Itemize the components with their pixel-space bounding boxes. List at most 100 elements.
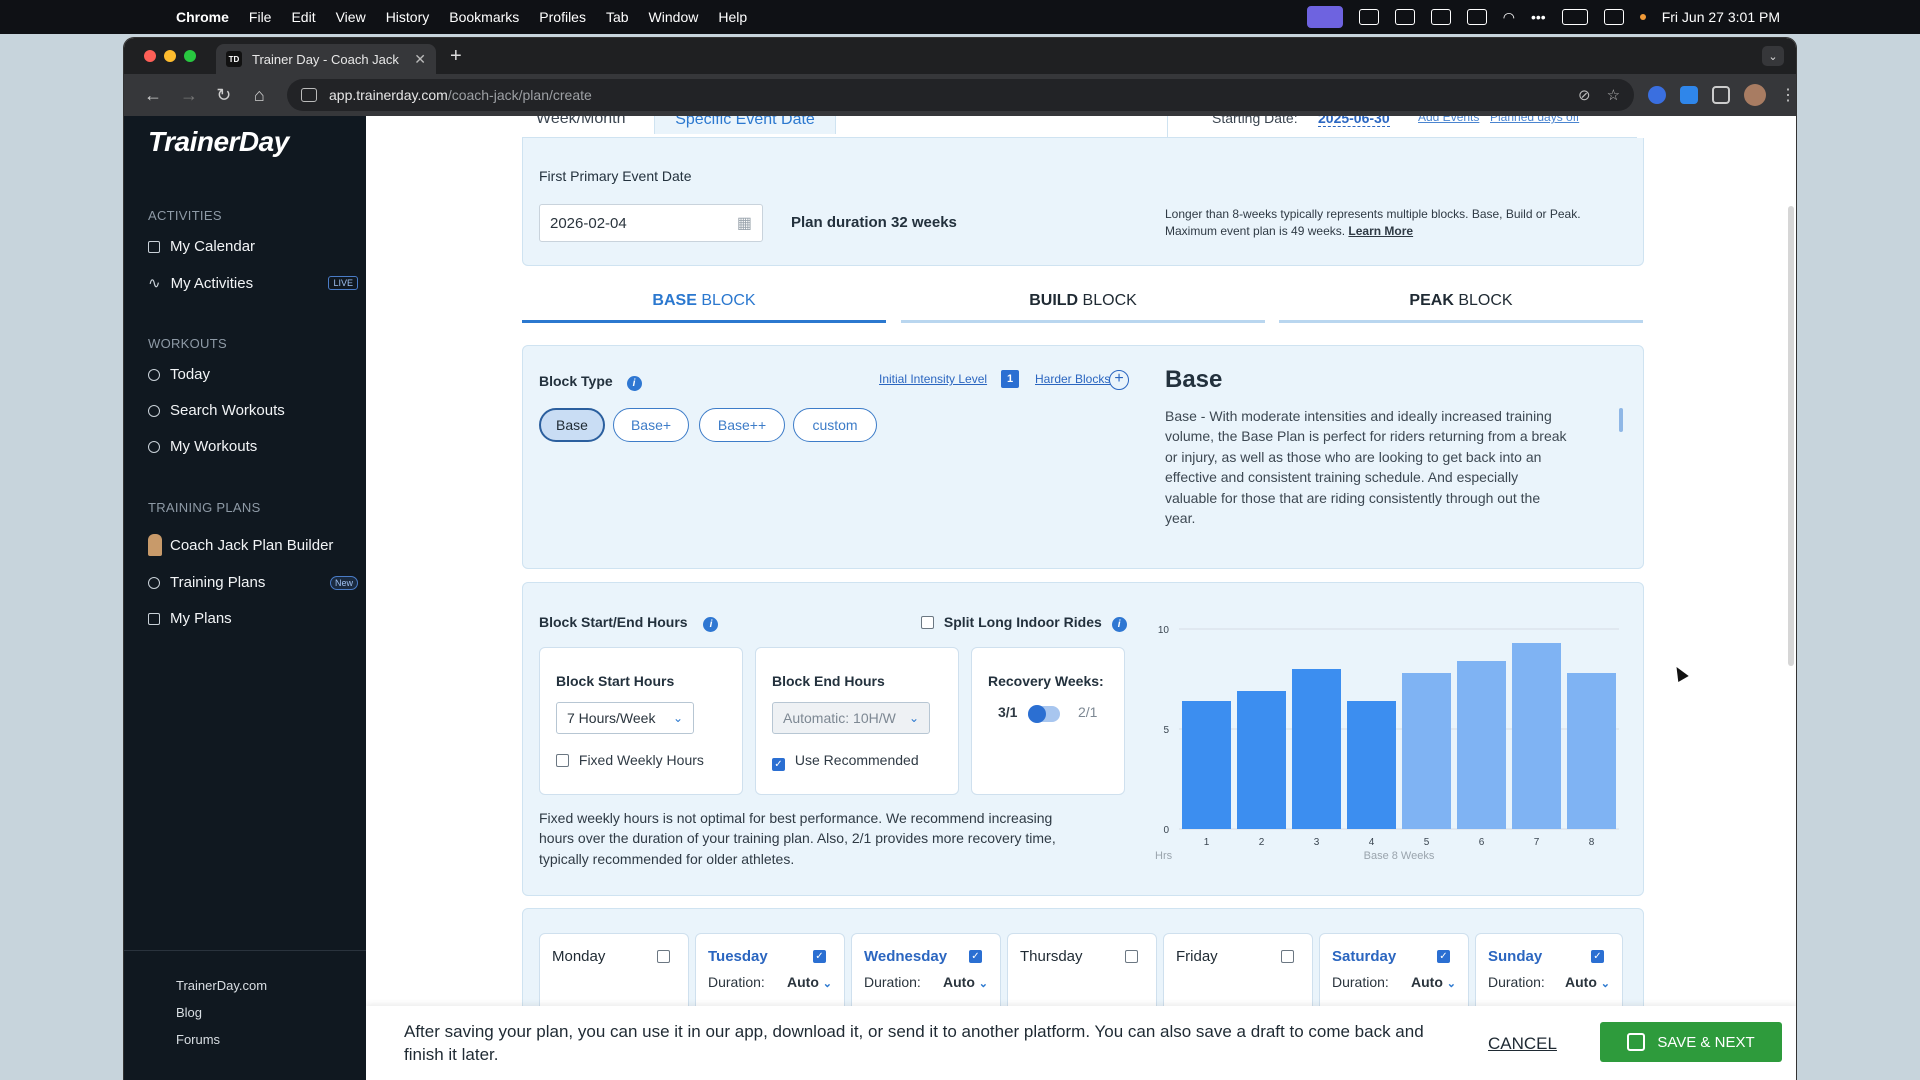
learn-more-link[interactable]: Learn More <box>1348 224 1413 238</box>
password-manager-icon[interactable] <box>1648 86 1667 104</box>
initial-intensity-link[interactable]: Initial Intensity Level <box>879 372 987 386</box>
day-checkbox[interactable]: ✓ <box>969 950 982 963</box>
block-start-hours-select[interactable]: 7 Hours/Week ⌄ <box>556 702 694 734</box>
sidebar-item-training-plans[interactable]: Training Plans New <box>148 574 358 591</box>
block-end-hours-select[interactable]: Automatic: 10H/W ⌄ <box>772 702 930 734</box>
more-dots-icon[interactable]: ••• <box>1531 9 1546 25</box>
intensity-level-badge[interactable]: 1 <box>1001 370 1019 388</box>
tab-week-month[interactable]: Week/Month <box>536 116 626 128</box>
day-checkbox[interactable] <box>1125 950 1138 963</box>
info-icon[interactable]: i <box>703 617 719 632</box>
bookmark-star-icon[interactable]: ☆ <box>1607 86 1620 104</box>
site-settings-icon[interactable] <box>301 88 317 102</box>
day-checkbox[interactable] <box>1281 950 1294 963</box>
save-next-button[interactable]: SAVE & NEXT <box>1600 1022 1782 1062</box>
day-tuesday[interactable]: Tuesday ✓ Duration: Auto ⌄ <box>695 933 845 1013</box>
duration-select[interactable]: Auto ⌄ <box>943 974 988 990</box>
download-extension-icon[interactable] <box>1680 86 1699 104</box>
close-window-button[interactable] <box>144 50 156 62</box>
tab-search-chevron-icon[interactable]: ⌄ <box>1762 46 1784 66</box>
description-scrollbar[interactable] <box>1619 408 1623 432</box>
split-long-rides-checkbox[interactable] <box>921 616 934 629</box>
address-bar[interactable]: app.trainerday.com/coach-jack/plan/creat… <box>287 79 1635 111</box>
sidebar-item-my-activities[interactable]: ∿ My Activities LIVE <box>148 274 358 292</box>
sidebar-item-today[interactable]: Today <box>148 366 358 383</box>
duration-select[interactable]: Auto ⌄ <box>1565 974 1610 990</box>
menu-window[interactable]: Window <box>649 9 699 25</box>
day-sunday[interactable]: Sunday ✓ Duration: Auto ⌄ <box>1475 933 1623 1013</box>
puzzle-icon[interactable] <box>1712 86 1731 104</box>
block-option-custom[interactable]: custom <box>793 408 877 442</box>
camera-icon[interactable] <box>1466 9 1487 25</box>
tab-specific-event-date[interactable]: Specific Event Date <box>654 116 836 134</box>
new-tab-icon[interactable]: + <box>450 45 462 68</box>
menu-help[interactable]: Help <box>718 9 747 25</box>
sidebar-item-my-plans[interactable]: My Plans <box>148 610 358 627</box>
menu-view[interactable]: View <box>336 9 366 25</box>
control-center-icon[interactable] <box>1603 9 1624 25</box>
status-app-icon[interactable] <box>1394 9 1415 25</box>
recovery-weeks-toggle[interactable] <box>1028 705 1060 723</box>
add-events-link[interactable]: Add Events <box>1418 116 1479 124</box>
fixed-weekly-hours[interactable]: Fixed Weekly Hours <box>556 750 704 770</box>
menu-edit[interactable]: Edit <box>291 9 315 25</box>
block-option-base-plus-plus[interactable]: Base++ <box>699 408 785 442</box>
day-checkbox[interactable] <box>657 950 670 963</box>
menu-bookmarks[interactable]: Bookmarks <box>449 9 519 25</box>
footer-link-trainerday[interactable]: TrainerDay.com <box>176 978 267 993</box>
footer-link-forums[interactable]: Forums <box>176 1032 220 1047</box>
planned-days-off-link[interactable]: Planned days off <box>1490 116 1579 124</box>
day-wednesday[interactable]: Wednesday ✓ Duration: Auto ⌄ <box>851 933 1001 1013</box>
harder-blocks-link[interactable]: Harder Blocks <box>1035 372 1110 386</box>
minimize-window-button[interactable] <box>164 50 176 62</box>
clock-text[interactable]: Fri Jun 27 3:01 PM <box>1662 9 1780 25</box>
day-friday[interactable]: Friday <box>1163 933 1313 1013</box>
day-thursday[interactable]: Thursday <box>1007 933 1157 1013</box>
event-date-input[interactable]: 2026-02-04 ▦ <box>539 204 763 242</box>
split-long-rides[interactable]: Split Long Indoor Rides i <box>921 612 1127 632</box>
page-scrollbar[interactable] <box>1788 206 1794 666</box>
cancel-button[interactable]: CANCEL <box>1488 1034 1557 1054</box>
duration-select[interactable]: Auto ⌄ <box>787 974 832 990</box>
footer-link-blog[interactable]: Blog <box>176 1005 202 1020</box>
wifi-icon[interactable]: ◠ <box>1503 9 1515 26</box>
sidebar-item-my-workouts[interactable]: My Workouts <box>148 438 358 455</box>
day-checkbox[interactable]: ✓ <box>1437 950 1450 963</box>
tab-peak-block[interactable]: PEAK BLOCK <box>1279 292 1643 323</box>
tab-base-block[interactable]: BASE BLOCK <box>522 292 886 323</box>
screen-share-icon[interactable] <box>1306 6 1343 28</box>
profile-avatar[interactable] <box>1744 84 1767 106</box>
menu-file[interactable]: File <box>249 9 272 25</box>
info-icon[interactable]: i <box>1111 617 1127 632</box>
menu-tab[interactable]: Tab <box>606 9 629 25</box>
tab-build-block[interactable]: BUILD BLOCK <box>901 292 1265 323</box>
menu-history[interactable]: History <box>386 9 430 25</box>
day-monday[interactable]: Monday <box>539 933 689 1013</box>
day-checkbox[interactable]: ✓ <box>1591 950 1604 963</box>
status-app-icon[interactable] <box>1358 9 1379 25</box>
fixed-weekly-hours-checkbox[interactable] <box>556 754 569 767</box>
day-saturday[interactable]: Saturday ✓ Duration: Auto ⌄ <box>1319 933 1469 1013</box>
forward-icon[interactable]: → <box>180 85 198 106</box>
sidebar-item-my-calendar[interactable]: My Calendar <box>148 238 358 255</box>
trainerday-logo[interactable]: TrainerDay <box>148 126 289 158</box>
home-icon[interactable]: ⌂ <box>252 85 268 106</box>
butterfly-icon[interactable] <box>1430 9 1451 25</box>
kebab-menu-icon[interactable]: ⋮ <box>1780 85 1796 105</box>
battery-icon[interactable] <box>1561 9 1588 25</box>
use-recommended-checkbox[interactable]: ✓ <box>772 758 785 771</box>
calendar-picker-icon[interactable]: ▦ <box>737 213 752 233</box>
day-checkbox[interactable]: ✓ <box>813 950 826 963</box>
sidebar-item-coach-jack[interactable]: Coach Jack Plan Builder <box>148 534 358 556</box>
browser-tab[interactable]: TD Trainer Day - Coach Jack ✕ <box>216 44 436 74</box>
info-icon[interactable]: i <box>626 376 642 391</box>
eye-off-icon[interactable]: ⊘ <box>1578 86 1591 104</box>
reload-icon[interactable]: ↻ <box>216 85 232 106</box>
duration-select[interactable]: Auto ⌄ <box>1411 974 1456 990</box>
menu-app-name[interactable]: Chrome <box>176 9 229 25</box>
starting-date-value[interactable]: 2025-06-30 <box>1318 116 1390 127</box>
add-harder-block-icon[interactable]: + <box>1109 370 1129 390</box>
block-option-base-plus[interactable]: Base+ <box>613 408 689 442</box>
zoom-window-button[interactable] <box>184 50 196 62</box>
use-recommended[interactable]: ✓ Use Recommended <box>772 750 919 771</box>
